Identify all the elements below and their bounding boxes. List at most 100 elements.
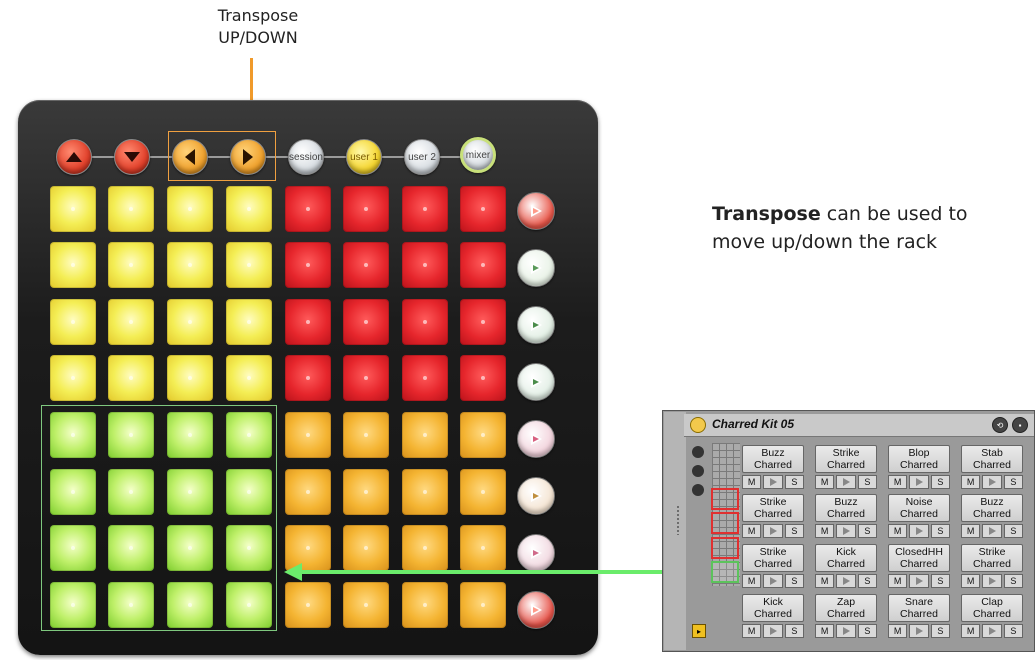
solo-button[interactable]: S	[1003, 524, 1023, 538]
rack-pad-name[interactable]: Buzz Charred	[961, 494, 1023, 522]
pad-yellow[interactable]	[50, 242, 96, 288]
scene-launch-button[interactable]	[517, 192, 555, 230]
play-icon[interactable]	[909, 574, 929, 588]
play-icon[interactable]	[836, 524, 856, 538]
mute-button[interactable]: M	[815, 475, 835, 489]
pad-amber[interactable]	[343, 412, 389, 458]
pad-yellow[interactable]	[108, 186, 154, 232]
play-icon[interactable]	[763, 574, 783, 588]
pad-red[interactable]	[402, 355, 448, 401]
play-icon[interactable]	[909, 475, 929, 489]
rack-pad-name[interactable]: Strike Charred	[961, 544, 1023, 572]
pad-amber[interactable]	[343, 469, 389, 515]
play-icon[interactable]	[909, 524, 929, 538]
arrow-down-button[interactable]	[114, 139, 150, 175]
rack-pad-cell[interactable]: Buzz Charred M S	[742, 445, 804, 491]
rack-pad-cell[interactable]: Zap Charred M S	[815, 594, 877, 640]
rack-pad-cell[interactable]: Noise Charred M S	[888, 494, 950, 540]
pad-red[interactable]	[402, 242, 448, 288]
pad-yellow[interactable]	[167, 355, 213, 401]
mute-button[interactable]: M	[742, 475, 762, 489]
overview-red-cell[interactable]	[711, 512, 739, 534]
pad-yellow[interactable]	[108, 355, 154, 401]
pad-amber[interactable]	[343, 582, 389, 628]
mute-button[interactable]: M	[742, 574, 762, 588]
rack-pad-cell[interactable]: Blop Charred M S	[888, 445, 950, 491]
rack-pad-cell[interactable]: Strike Charred M S	[742, 544, 804, 590]
rack-pad-cell[interactable]: Stab Charred M S	[961, 445, 1023, 491]
play-icon[interactable]	[982, 475, 1002, 489]
play-icon[interactable]	[763, 624, 783, 638]
rack-devices-icon[interactable]	[692, 484, 704, 496]
rack-pad-name[interactable]: Kick Charred	[742, 594, 804, 622]
pad-yellow[interactable]	[108, 242, 154, 288]
rack-pad-cell[interactable]: Strike Charred M S	[961, 544, 1023, 590]
rack-pad-cell[interactable]: Buzz Charred M S	[961, 494, 1023, 540]
pad-red[interactable]	[285, 242, 331, 288]
pad-red[interactable]	[460, 242, 506, 288]
mixer-button[interactable]: mixer	[460, 137, 496, 173]
play-icon[interactable]	[763, 475, 783, 489]
rack-pad-name[interactable]: Blop Charred	[888, 445, 950, 473]
rack-pad-cell[interactable]: Buzz Charred M S	[815, 494, 877, 540]
pad-amber[interactable]	[460, 525, 506, 571]
scene-launch-button[interactable]	[517, 420, 555, 458]
rack-pad-cell[interactable]: Strike Charred M S	[815, 445, 877, 491]
session-button[interactable]: session	[288, 139, 324, 175]
scene-launch-button[interactable]	[517, 591, 555, 629]
rack-pad-name[interactable]: Strike Charred	[742, 494, 804, 522]
solo-button[interactable]: S	[930, 475, 950, 489]
rack-chain-list-icon[interactable]	[692, 465, 704, 477]
scene-launch-button[interactable]	[517, 477, 555, 515]
solo-button[interactable]: S	[930, 574, 950, 588]
mute-button[interactable]: M	[961, 574, 981, 588]
solo-button[interactable]: S	[857, 524, 877, 538]
rack-pad-name[interactable]: Strike Charred	[815, 445, 877, 473]
pad-amber[interactable]	[402, 412, 448, 458]
mute-button[interactable]: M	[961, 475, 981, 489]
rack-hotswap-icon[interactable]: ⟲	[992, 417, 1008, 433]
rack-pad-cell[interactable]: Clap Charred M S	[961, 594, 1023, 640]
pad-amber[interactable]	[460, 469, 506, 515]
rack-pad-name[interactable]: Clap Charred	[961, 594, 1023, 622]
pad-red[interactable]	[460, 186, 506, 232]
pad-yellow[interactable]	[167, 242, 213, 288]
pad-amber[interactable]	[343, 525, 389, 571]
mute-button[interactable]: M	[961, 524, 981, 538]
rack-pad-name[interactable]: ClosedHH Charred	[888, 544, 950, 572]
solo-button[interactable]: S	[784, 475, 804, 489]
rack-pad-cell[interactable]: Kick Charred M S	[815, 544, 877, 590]
play-icon[interactable]	[763, 524, 783, 538]
arrow-up-button[interactable]	[56, 139, 92, 175]
solo-button[interactable]: S	[930, 524, 950, 538]
solo-button[interactable]: S	[784, 574, 804, 588]
rack-macro-toggle-icon[interactable]	[692, 446, 704, 458]
pad-yellow[interactable]	[226, 355, 272, 401]
play-icon[interactable]	[836, 624, 856, 638]
user1-button[interactable]: user 1	[346, 139, 382, 175]
user2-button[interactable]: user 2	[404, 139, 440, 175]
mute-button[interactable]: M	[888, 475, 908, 489]
solo-button[interactable]: S	[930, 624, 950, 638]
mute-button[interactable]: M	[815, 624, 835, 638]
pad-red[interactable]	[343, 355, 389, 401]
mute-button[interactable]: M	[888, 624, 908, 638]
pad-amber[interactable]	[402, 525, 448, 571]
rack-save-icon[interactable]: ▪	[1012, 417, 1028, 433]
pad-yellow[interactable]	[167, 299, 213, 345]
rack-pad-name[interactable]: Buzz Charred	[742, 445, 804, 473]
solo-button[interactable]: S	[857, 624, 877, 638]
mute-button[interactable]: M	[742, 624, 762, 638]
pad-red[interactable]	[460, 299, 506, 345]
rack-pad-name[interactable]: Noise Charred	[888, 494, 950, 522]
scene-launch-button[interactable]	[517, 534, 555, 572]
pad-red[interactable]	[343, 299, 389, 345]
scene-launch-button[interactable]	[517, 363, 555, 401]
pad-red[interactable]	[285, 186, 331, 232]
rack-power-icon[interactable]	[690, 417, 706, 433]
rack-pad-name[interactable]: Snare Charred	[888, 594, 950, 622]
rack-drag-handle[interactable]	[676, 505, 680, 535]
play-icon[interactable]	[836, 574, 856, 588]
rack-pad-name[interactable]: Stab Charred	[961, 445, 1023, 473]
rack-pad-name[interactable]: Buzz Charred	[815, 494, 877, 522]
